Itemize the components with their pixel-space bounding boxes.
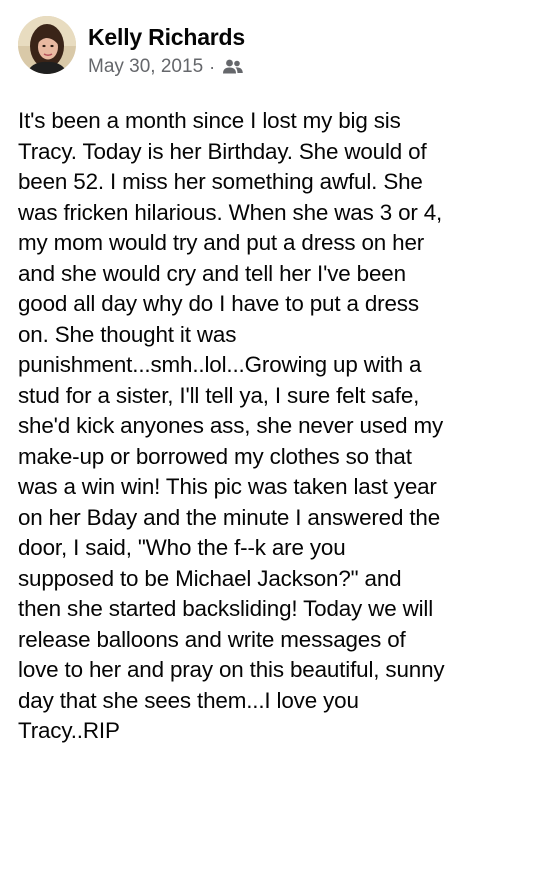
post-sub-meta: May 30, 2015 · <box>88 55 245 79</box>
post-text-line: punishment...smh..lol...Growing up with … <box>18 352 422 377</box>
post-text-line: and she would cry and tell her I've been <box>18 260 406 286</box>
post-date[interactable]: May 30, 2015 <box>88 55 203 79</box>
post-text-line: It's been a month since I lost my big si… <box>18 108 401 133</box>
post-text-line: was fricken hilarious. When she was 3 or… <box>18 199 443 225</box>
post-header: Kelly Richards May 30, 2015 · <box>18 16 520 86</box>
post-text-line: supposed to be Michael Jackson?" and <box>18 565 402 591</box>
post-text-line: was a win win! This pic was taken last y… <box>18 474 437 499</box>
post-meta: Kelly Richards May 30, 2015 · <box>88 16 245 79</box>
post-text-line: my mom would try and put a dress on her <box>18 230 425 255</box>
post-text: It's been a month since I lost my big si… <box>18 106 523 747</box>
post-text-line: then she started backsliding! Today we w… <box>18 596 434 621</box>
author-avatar[interactable] <box>18 16 76 74</box>
post-text-line: Tracy..RIP <box>18 718 120 743</box>
post-text-line: door, I said, "Who the f--k are you <box>18 535 346 560</box>
post-text-line: been 52. I miss her something awful. She <box>18 169 423 194</box>
meta-separator: · <box>209 57 216 77</box>
post-text-line: on her Bday and the minute I answered th… <box>18 504 441 530</box>
post-text-line: day that she sees them...I love you <box>18 687 359 713</box>
post-text-line: on. She thought it was <box>18 321 237 347</box>
post-text-line: stud for a sister, I'll tell ya, I sure … <box>18 382 420 408</box>
post-text-line: love to her and pray on this beautiful, … <box>18 657 445 682</box>
post-text-line: good all day why do I have to put a dres… <box>18 291 419 316</box>
post-text-line: Tracy. Today is her Birthday. She would … <box>18 138 427 164</box>
author-name[interactable]: Kelly Richards <box>88 23 245 51</box>
avatar-photo <box>18 16 76 74</box>
post-text-line: make-up or borrowed my clothes so that <box>18 443 412 469</box>
facebook-post: Kelly Richards May 30, 2015 · It's been … <box>0 0 540 870</box>
post-text-line: she'd kick anyones ass, she never used m… <box>18 413 444 438</box>
post-text-line: release balloons and write messages of <box>18 626 406 652</box>
friends-icon[interactable] <box>222 58 244 76</box>
